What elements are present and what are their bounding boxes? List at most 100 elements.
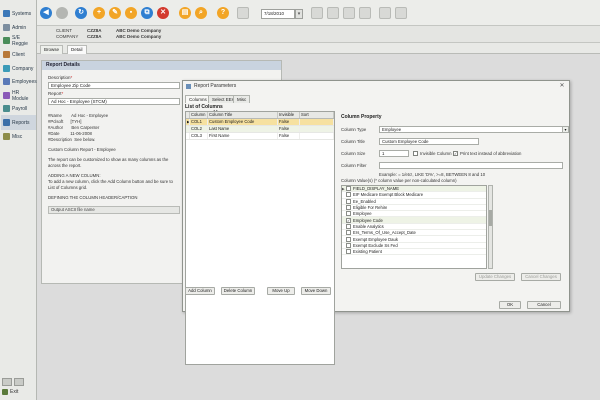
tab-detail[interactable]: Detail: [67, 45, 87, 54]
move-down-button[interactable]: Move Down: [301, 287, 331, 295]
nav-label: Misc: [12, 133, 23, 140]
move-up-button[interactable]: Move Up: [267, 287, 295, 295]
table-row[interactable]: COL2 Last Name False: [186, 126, 334, 133]
custom-report-title: Custom Column Report - Employee: [48, 147, 116, 152]
edit-icon[interactable]: ✎: [109, 7, 121, 19]
invisible-column-label: Invisible Column: [420, 151, 452, 156]
date-dropdown-button[interactable]: ▾: [295, 9, 303, 19]
grid-header-invisible[interactable]: Invisible: [278, 112, 300, 118]
copy-icon[interactable]: ⧉: [141, 7, 153, 19]
list-item-text: Employee: [353, 211, 372, 217]
list-item-checkbox[interactable]: [346, 211, 351, 217]
table-row[interactable]: COL3 First Name False: [186, 133, 334, 140]
scrollbar-thumb[interactable]: [489, 210, 492, 226]
grid-header-column-title[interactable]: Column Title: [208, 112, 278, 118]
update-changes-button[interactable]: Update Changes: [475, 273, 515, 281]
save-icon[interactable]: ▪: [125, 7, 137, 19]
tab-misc[interactable]: Misc: [233, 95, 251, 103]
delete-icon[interactable]: ✕: [157, 7, 169, 19]
cancel-button[interactable]: Cancel: [527, 301, 561, 309]
delete-column-button[interactable]: Delete Column: [221, 287, 255, 295]
list-item-checkbox[interactable]: [346, 205, 351, 211]
nav-item-misc[interactable]: Misc: [1, 129, 36, 144]
list-item-checkbox[interactable]: [346, 192, 351, 198]
values-scrollbar[interactable]: [488, 185, 493, 269]
calendar-icon[interactable]: [237, 7, 249, 19]
column-filter-label: Column Filter: [341, 163, 367, 168]
checkbox-box: [413, 151, 418, 156]
list-item[interactable]: Existing Patient: [342, 249, 486, 256]
company-icon: [3, 65, 10, 72]
chevron-down-icon[interactable]: ▾: [563, 126, 569, 133]
cell-column: COL2: [190, 126, 208, 132]
client-header: CLIENT CZZ8A ABC Demo Company COMPANY CZ…: [37, 26, 600, 43]
search-icon[interactable]: ⌕: [195, 7, 207, 19]
table-row[interactable]: ▶ COL1 Custom Employee Code False: [186, 119, 334, 126]
tab-columns[interactable]: Columns: [185, 95, 211, 103]
nav-item-se-reggie[interactable]: S/E Reggie: [1, 33, 36, 48]
last-record-icon[interactable]: [359, 7, 371, 19]
list-item-text: Enable Analytics: [353, 223, 384, 229]
column-filter-field[interactable]: [379, 162, 563, 169]
defining-header-title: DEFINING THE COLUMN HEADER/CAPTION: [48, 195, 138, 200]
output-ascii-field[interactable]: Output ASCII file name: [48, 206, 180, 214]
close-icon[interactable]: ✕: [558, 82, 566, 90]
nav-item-employees[interactable]: Employees: [1, 74, 37, 89]
filter-icon[interactable]: [379, 7, 391, 19]
tab-browse[interactable]: Browse: [40, 45, 64, 54]
grid-header-sort[interactable]: Sort: [300, 112, 334, 118]
nav-item-systems[interactable]: Systems: [1, 6, 36, 21]
prev-record-icon[interactable]: [327, 7, 339, 19]
cancel-changes-button[interactable]: Cancel Changes: [521, 273, 561, 281]
back-icon[interactable]: ◀: [40, 7, 52, 19]
column-values-list[interactable]: ▶ FIELD_DISPLAY_NAME EIF Medicare Exempt …: [341, 185, 487, 269]
report-field[interactable]: Ad Hoc - Employee (STCM): [48, 98, 180, 105]
column-title-field[interactable]: Custom Employee Code: [379, 138, 479, 145]
list-item-checkbox[interactable]: [346, 223, 351, 229]
list-item-checkbox[interactable]: ✓: [346, 217, 351, 223]
date-field[interactable]: 7/18/2010: [261, 9, 295, 19]
nav-item-client[interactable]: Client: [1, 47, 36, 62]
nav-collapse-button[interactable]: [2, 378, 12, 386]
refresh-icon[interactable]: ↻: [75, 7, 87, 19]
add-icon[interactable]: +: [93, 7, 105, 19]
list-item-checkbox[interactable]: [346, 236, 351, 242]
column-type-select[interactable]: Employee: [379, 126, 563, 133]
grid-header-column[interactable]: Column: [190, 112, 208, 118]
cell-invisible: False: [278, 119, 300, 125]
list-item-checkbox[interactable]: [346, 230, 351, 236]
columns-grid[interactable]: Column Column Title Invisible Sort ▶ COL…: [185, 111, 335, 365]
list-item-checkbox[interactable]: [346, 198, 351, 204]
description-field[interactable]: Employee Zip Code: [48, 82, 180, 89]
exit-button[interactable]: Exit: [2, 389, 18, 395]
help-icon[interactable]: ?: [217, 7, 229, 19]
toolbar: ◀ ↻ + ✎ ▪ ⧉ ✕ ▤ ⌕ ? 7/18/2010 ▾: [37, 0, 600, 26]
custom-report-desc: The report can be customized to show as …: [48, 157, 169, 168]
misc-icon: [3, 133, 10, 140]
column-size-field[interactable]: 1: [379, 150, 409, 157]
se-reggie-icon: [3, 37, 10, 44]
list-item-checkbox[interactable]: [346, 186, 351, 192]
list-item-text: Employee Code: [353, 217, 383, 223]
grid-header: Column Column Title Invisible Sort: [186, 112, 334, 119]
employees-icon: [3, 78, 10, 85]
nav-options-button[interactable]: [14, 378, 24, 386]
systems-icon: [3, 10, 10, 17]
add-column-button[interactable]: Add Column: [185, 287, 215, 295]
description-label: Description*: [48, 75, 72, 80]
ok-button[interactable]: OK: [499, 301, 521, 309]
print-text-checkbox[interactable]: ✓ Print text instead of abbreviation: [453, 151, 521, 156]
nav-item-payroll[interactable]: Payroll: [1, 101, 36, 116]
invisible-column-checkbox[interactable]: Invisible Column: [413, 151, 452, 156]
report-parameters-dialog: Report Parameters ✕ Columns Select EEs M…: [182, 80, 570, 365]
first-record-icon[interactable]: [311, 7, 323, 19]
nav-item-reports[interactable]: Reports: [1, 115, 36, 130]
column-type-label: Column Type: [341, 127, 367, 132]
stop-icon[interactable]: [56, 7, 68, 19]
next-record-icon[interactable]: [343, 7, 355, 19]
list-item-checkbox[interactable]: [346, 249, 351, 255]
sort-icon[interactable]: [395, 7, 407, 19]
list-item-checkbox[interactable]: [346, 242, 351, 248]
column-property-title: Column Property: [341, 114, 382, 120]
print-icon[interactable]: ▤: [179, 7, 191, 19]
